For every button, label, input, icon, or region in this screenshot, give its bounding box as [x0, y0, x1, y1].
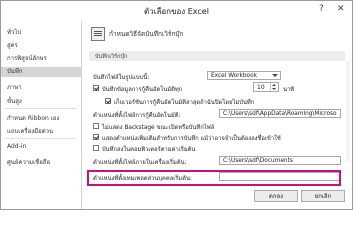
- autorecover-label: บันทึกข้อมูลการกู้คืนอัตโนมัติทุก: [102, 87, 183, 93]
- sidebar-item-language[interactable]: ภาษา: [7, 82, 22, 92]
- save-format-label: บันทึกไฟล์ในรูปแบบนี้:: [93, 75, 150, 81]
- autorecover-checkbox[interactable]: [93, 85, 99, 91]
- autorecover-minutes-value: 10: [257, 84, 265, 91]
- sidebar: ทั่วไป สูตร การพิสูจน์อักษร บันทึก ภาษา …: [1, 21, 82, 209]
- save-format-dropdown[interactable]: Excel Workbook: [207, 71, 281, 80]
- sidebar-item-proofing[interactable]: การพิสูจน์อักษร: [7, 53, 47, 63]
- sidebar-item-quick-access-toolbar[interactable]: แถบเครื่องมือด่วน: [7, 126, 53, 136]
- autorecover-location-label: ตำแหน่งที่ตั้งไฟล์การกู้คืนอัตโนมัติ:: [93, 113, 181, 119]
- help-icon[interactable]: ?: [319, 4, 324, 14]
- keep-last-version-checkbox[interactable]: [105, 98, 111, 104]
- sidebar-item-addins[interactable]: Add-in: [7, 143, 26, 150]
- cancel-button[interactable]: ยกเลิก: [301, 190, 345, 202]
- save-options-panel: กำหนดวิธีจัดบันทึกเวิร์กบุ๊ก บันทึกเวิร์…: [85, 21, 349, 182]
- no-backstage-checkbox[interactable]: [93, 123, 99, 129]
- show-additional-places-checkbox[interactable]: [93, 134, 99, 140]
- chevron-down-icon: [272, 74, 278, 77]
- dialog-title: ตัวเลือกของ Excel: [144, 7, 209, 16]
- excel-options-dialog: ตัวเลือกของ Excel ? ✕ ทั่วไป สูตร การพิส…: [0, 0, 353, 210]
- section-header: บันทึกเวิร์กบุ๊ก: [89, 51, 345, 61]
- keep-last-version-label: เก็บเวอร์ชันการกู้คืนอัตโนมัติล่าสุดถ้าฉ…: [114, 100, 255, 106]
- sidebar-divider: [5, 138, 77, 139]
- show-additional-places-label: แสดงตำแหน่งเพิ่มเติมสำหรับการบันทึก แม้ว…: [102, 136, 281, 142]
- minutes-label: นาที: [283, 87, 295, 93]
- section-title: บันทึกเวิร์กบุ๊ก: [95, 54, 128, 60]
- sidebar-item-save[interactable]: บันทึก: [1, 67, 81, 77]
- save-format-value: Excel Workbook: [211, 73, 258, 79]
- sidebar-item-customize-ribbon[interactable]: กำหนด Ribbon เอง: [7, 113, 59, 123]
- scrollbar[interactable]: [346, 61, 350, 161]
- sidebar-item-trust-center[interactable]: ศูนย์ความเชื่อถือ: [7, 157, 50, 167]
- sidebar-divider: [5, 108, 77, 109]
- ok-button[interactable]: ตกลง: [254, 190, 298, 202]
- default-local-location-input[interactable]: C:\Users\sdf\Documents: [219, 156, 341, 165]
- sidebar-item-advanced[interactable]: ขั้นสูง: [7, 96, 22, 106]
- title-bar: ตัวเลือกของ Excel ? ✕: [1, 1, 352, 19]
- sidebar-item-formulas[interactable]: สูตร: [7, 40, 18, 50]
- panel-header: กำหนดวิธีจัดบันทึกเวิร์กบุ๊ก: [109, 30, 184, 38]
- default-local-location-label: ตำแหน่งที่ตั้งไฟล์ภายในเครื่องเริ่มต้น:: [93, 160, 187, 166]
- save-to-computer-checkbox[interactable]: [93, 145, 99, 151]
- save-settings-icon: [91, 27, 105, 41]
- sidebar-item-general[interactable]: ทั่วไป: [7, 27, 21, 37]
- spinner-arrows-icon[interactable]: [270, 83, 278, 91]
- autorecover-minutes-spinner[interactable]: 10: [253, 82, 279, 92]
- no-backstage-label: ไม่แสดง Backstage ขณะเปิดหรือบันทึกไฟล์: [102, 125, 215, 131]
- save-to-computer-label: บันทึกลงในคอมพิวเตอร์ตามค่าเริ่มต้น: [102, 147, 196, 153]
- close-icon[interactable]: ✕: [337, 4, 345, 14]
- autorecover-location-input[interactable]: C:\Users\sdf\AppData\Roaming\Microso: [219, 109, 341, 118]
- highlight-box: [87, 170, 341, 186]
